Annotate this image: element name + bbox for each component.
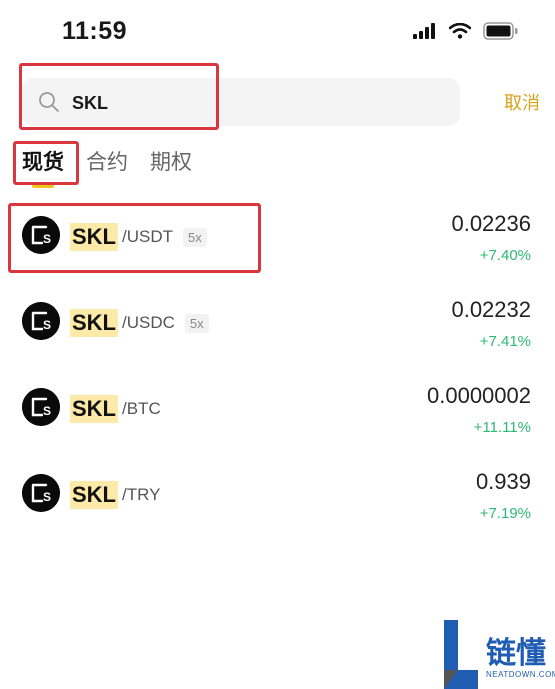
- wifi-icon: [449, 23, 471, 39]
- neatdown-logo-icon: [444, 620, 478, 689]
- skl-coin-icon: S: [22, 302, 60, 340]
- pair-label: SKL /USDC 5x: [70, 309, 209, 337]
- pair-change: +11.11%: [473, 419, 531, 436]
- tab-active-indicator: [32, 184, 54, 188]
- leverage-badge: 5x: [184, 313, 209, 333]
- tab-spot-label: 现货: [22, 150, 64, 174]
- watermark-logo: 链懂 NEATDOWN.COM: [440, 620, 555, 689]
- pair-base: SKL: [70, 223, 118, 251]
- pair-label: SKL /TRY: [70, 481, 160, 509]
- watermark-title: 链懂: [486, 636, 546, 671]
- pair-change: +7.41%: [479, 333, 531, 350]
- pair-quote: /USDC: [122, 313, 175, 332]
- search-input[interactable]: [70, 86, 434, 120]
- cancel-button[interactable]: 取消: [504, 89, 540, 115]
- pair-change: +7.40%: [479, 247, 531, 264]
- pair-change: +7.19%: [479, 505, 531, 522]
- pair-price: 0.939: [475, 469, 531, 494]
- leverage-badge: 5x: [183, 227, 207, 247]
- svg-text:S: S: [43, 404, 51, 418]
- svg-text:S: S: [43, 318, 51, 332]
- skl-coin-icon: S: [22, 474, 60, 512]
- skl-coin-icon: S: [22, 216, 60, 254]
- search-box[interactable]: [22, 78, 460, 126]
- skl-coin-icon: S: [22, 388, 60, 426]
- svg-text:S: S: [43, 232, 51, 246]
- pair-label: SKL /BTC: [70, 395, 161, 423]
- svg-text:S: S: [43, 490, 51, 504]
- pair-price: 0.02236: [451, 211, 531, 236]
- list-item[interactable]: S SKL /TRY 0.939 +7.19%: [0, 453, 555, 539]
- list-item[interactable]: S SKL /BTC 0.0000002 +11.11%: [0, 367, 555, 453]
- pair-base: SKL: [70, 481, 118, 509]
- tab-futures[interactable]: 合约: [86, 146, 128, 176]
- pair-quote: /BTC: [122, 399, 161, 418]
- pair-label: SKL /USDT 5x: [70, 223, 207, 251]
- pair-quote: /USDT: [122, 227, 173, 246]
- pair-base: SKL: [70, 309, 118, 337]
- tab-options[interactable]: 期权: [150, 146, 192, 176]
- pair-price: 0.02232: [451, 297, 531, 322]
- battery-icon: [483, 22, 518, 40]
- list-item[interactable]: S SKL /USDT 5x 0.02236 +7.40%: [0, 195, 555, 281]
- market-tabs: 现货 合约 期权: [22, 146, 214, 188]
- watermark-subtitle: NEATDOWN.COM: [486, 670, 555, 679]
- search-row: 取消: [22, 78, 542, 126]
- tab-spot[interactable]: 现货: [22, 146, 64, 188]
- status-time: 11:59: [62, 17, 128, 45]
- status-bar: 11:59: [0, 0, 555, 62]
- pair-price: 0.0000002: [427, 383, 531, 408]
- status-icons: [413, 22, 519, 40]
- pair-quote: /TRY: [122, 485, 161, 504]
- signal-icon: [413, 23, 435, 39]
- search-icon: [39, 92, 59, 112]
- pair-base: SKL: [70, 395, 118, 423]
- list-item[interactable]: S SKL /USDC 5x 0.02232 +7.41%: [0, 281, 555, 367]
